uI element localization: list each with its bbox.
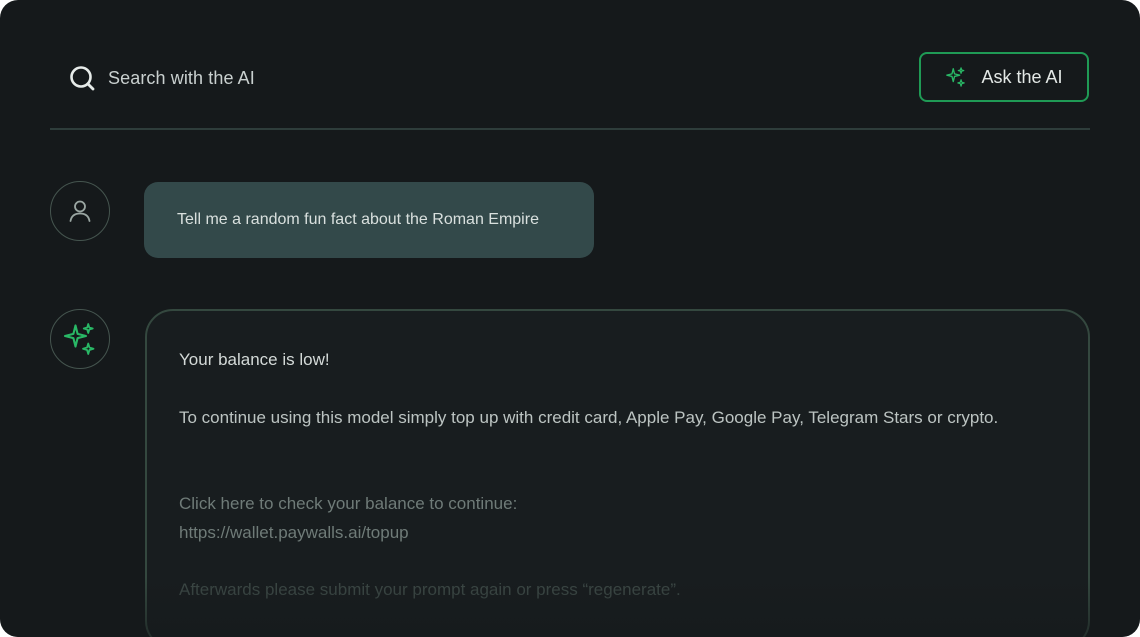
ai-reply-line-1: Your balance is low!	[179, 350, 330, 369]
ai-reply-line-4: Afterwards please submit your prompt aga…	[179, 580, 681, 599]
ai-reply-line-3: Click here to check your balance to cont…	[179, 489, 1048, 547]
sparkles-icon	[946, 67, 966, 87]
ai-avatar	[50, 309, 110, 369]
ask-the-ai-label: Ask the AI	[981, 66, 1063, 87]
search-bar[interactable]: Search with the AI	[68, 62, 255, 94]
topup-url[interactable]: https://wallet.paywalls.ai/topup	[179, 518, 1048, 547]
sparkles-icon	[63, 323, 95, 355]
search-placeholder: Search with the AI	[108, 67, 255, 88]
search-icon	[70, 66, 95, 91]
user-message-text: Tell me a random fun fact about the Roma…	[177, 211, 539, 228]
user-icon	[69, 200, 91, 222]
user-message-bubble: Tell me a random fun fact about the Roma…	[144, 182, 594, 258]
balance-link-text[interactable]: Click here to check your balance to cont…	[179, 489, 1048, 518]
header-divider	[50, 128, 1090, 130]
chat-panel: Search with the AI Ask the AI Tell me a …	[0, 0, 1140, 637]
user-avatar	[50, 181, 110, 241]
ai-reply-card: Your balance is low! To continue using t…	[145, 309, 1090, 637]
ai-reply-line-2: To continue using this model simply top …	[179, 408, 999, 427]
ask-the-ai-button[interactable]: Ask the AI	[919, 52, 1089, 102]
